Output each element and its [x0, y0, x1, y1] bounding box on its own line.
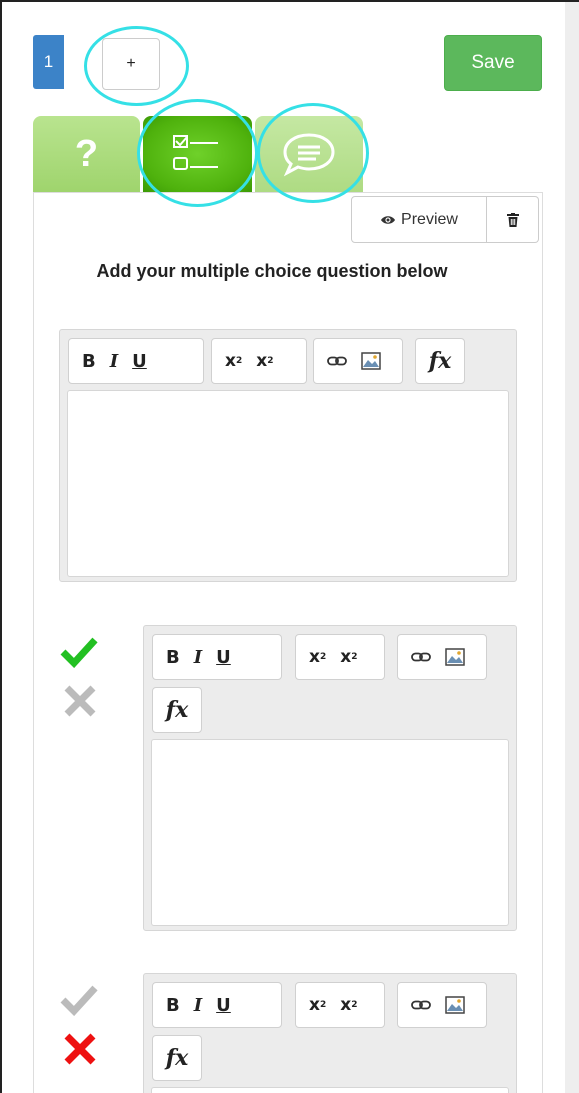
image-icon — [361, 352, 381, 370]
page-frame: 1 + Save ? Preview Add your multiple cho… — [0, 0, 579, 1093]
subscript-sub: 2 — [351, 1000, 358, 1010]
page-1-button[interactable]: 1 — [33, 35, 64, 89]
answer-text-area[interactable] — [151, 1087, 509, 1093]
superscript-exp: 2 — [235, 356, 243, 366]
question-text-area[interactable] — [67, 390, 509, 577]
tab-multiple-choice[interactable] — [143, 116, 252, 192]
subscript-sub: 2 — [267, 356, 274, 366]
script-group: x2 x2 — [295, 982, 385, 1028]
link-icon — [327, 356, 347, 366]
link-icon — [411, 1000, 431, 1010]
insert-group — [397, 982, 487, 1028]
superscript-base: x — [309, 647, 320, 667]
bold-button[interactable]: B — [159, 983, 187, 1027]
superscript-exp: 2 — [319, 1000, 327, 1010]
answer-text-area[interactable] — [151, 739, 509, 926]
correct-check-icon-active[interactable] — [60, 636, 98, 668]
underline-button[interactable]: U — [209, 635, 238, 679]
underline-button[interactable]: U — [209, 983, 238, 1027]
image-button[interactable] — [438, 635, 472, 679]
subscript-base: x — [256, 351, 268, 371]
bold-button[interactable]: B — [75, 339, 103, 383]
editor-pane: 1 + Save ? Preview Add your multiple cho… — [2, 2, 562, 1093]
tab-feedback[interactable] — [255, 116, 363, 192]
checklist-icon — [172, 135, 218, 170]
subscript-base: x — [340, 647, 352, 667]
incorrect-cross-icon-active[interactable] — [62, 1033, 100, 1065]
italic-button[interactable]: I — [103, 339, 125, 383]
image-button[interactable] — [354, 339, 388, 383]
subscript-base: x — [340, 995, 352, 1015]
superscript-button[interactable]: x2 — [302, 635, 333, 679]
format-group: B I U — [152, 982, 282, 1028]
incorrect-cross-icon-inactive[interactable] — [62, 685, 100, 717]
preview-toolbar: Preview — [351, 196, 539, 243]
question-icon: ? — [74, 132, 99, 175]
underline-button[interactable]: U — [125, 339, 154, 383]
subscript-button[interactable]: x2 — [249, 339, 280, 383]
superscript-exp: 2 — [319, 652, 327, 662]
bold-button[interactable]: B — [159, 635, 187, 679]
preview-button[interactable]: Preview — [351, 196, 487, 243]
superscript-base: x — [309, 995, 320, 1015]
superscript-base: x — [225, 351, 236, 371]
italic-button[interactable]: I — [187, 635, 209, 679]
scrollbar-track[interactable] — [565, 2, 579, 1093]
image-icon — [445, 996, 465, 1014]
formula-group: fx — [152, 687, 202, 733]
link-button[interactable] — [320, 339, 354, 383]
speech-bubble-icon — [283, 133, 335, 177]
formula-group: fx — [152, 1035, 202, 1081]
formula-button[interactable]: fx — [159, 1036, 196, 1080]
subscript-button[interactable]: x2 — [333, 635, 364, 679]
eye-icon — [381, 215, 396, 224]
image-button[interactable] — [438, 983, 472, 1027]
script-group: x2 x2 — [211, 338, 307, 384]
superscript-button[interactable]: x2 — [218, 339, 249, 383]
trash-icon — [506, 212, 519, 227]
superscript-button[interactable]: x2 — [302, 983, 333, 1027]
insert-group — [313, 338, 403, 384]
subscript-sub: 2 — [351, 652, 358, 662]
link-icon — [411, 652, 431, 662]
subscript-button[interactable]: x2 — [333, 983, 364, 1027]
insert-group — [397, 634, 487, 680]
formula-group: fx — [415, 338, 465, 384]
formula-button[interactable]: fx — [422, 339, 459, 383]
save-button[interactable]: Save — [444, 35, 542, 91]
answer-editor: B I U x2 x2 fx — [143, 973, 517, 1093]
tab-question[interactable]: ? — [33, 116, 140, 192]
correct-check-icon-inactive[interactable] — [60, 984, 98, 1016]
question-instructions: Add your multiple choice question below — [96, 261, 448, 281]
question-editor: B I U x2 x2 fx — [59, 329, 517, 582]
italic-button[interactable]: I — [187, 983, 209, 1027]
link-button[interactable] — [404, 635, 438, 679]
add-page-button[interactable]: + — [102, 38, 160, 90]
image-icon — [445, 648, 465, 666]
formula-button[interactable]: fx — [159, 688, 196, 732]
link-button[interactable] — [404, 983, 438, 1027]
format-group: B I U — [152, 634, 282, 680]
format-group: B I U — [68, 338, 204, 384]
delete-button[interactable] — [487, 196, 539, 243]
answer-editor: B I U x2 x2 fx — [143, 625, 517, 931]
script-group: x2 x2 — [295, 634, 385, 680]
preview-label: Preview — [401, 210, 458, 228]
